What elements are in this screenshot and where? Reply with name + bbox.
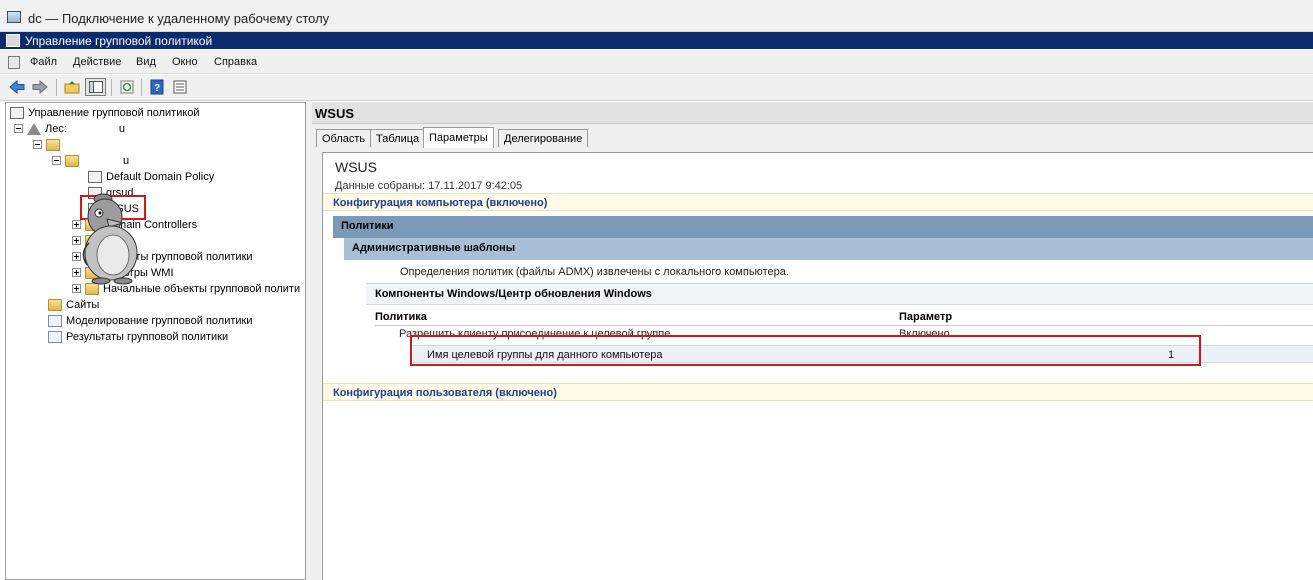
remote-desktop-icon bbox=[7, 11, 21, 23]
col-param: Параметр bbox=[899, 311, 953, 323]
tree-item-sites[interactable]: Сайты bbox=[48, 297, 99, 312]
domains-folder-icon bbox=[46, 138, 60, 151]
domain-icon bbox=[65, 154, 79, 167]
penguin-mascot-icon bbox=[82, 193, 138, 285]
tree-item-label: Результаты групповой политики bbox=[66, 330, 229, 343]
col-policy: Политика bbox=[375, 311, 427, 323]
tree-item-label: Default Domain Policy bbox=[106, 170, 215, 183]
refresh-icon[interactable] bbox=[118, 78, 136, 96]
collapse-icon[interactable] bbox=[14, 124, 23, 133]
tab-scope[interactable]: Область bbox=[316, 129, 372, 147]
properties-icon[interactable] bbox=[171, 78, 189, 96]
console-tree: Управление групповой политикой Лес: u u … bbox=[5, 102, 306, 580]
target-group-highlight-box bbox=[410, 335, 1201, 366]
help-icon[interactable]: ? bbox=[148, 78, 166, 96]
admin-templates-band[interactable]: Административные шаблоны bbox=[344, 238, 1313, 260]
sites-folder-icon bbox=[48, 298, 62, 311]
tab-table[interactable]: Таблица bbox=[370, 129, 426, 147]
tree-forest-suffix: u bbox=[118, 122, 126, 135]
policies-label: Политики bbox=[341, 220, 394, 232]
results-icon bbox=[48, 330, 62, 343]
back-arrow-icon[interactable] bbox=[8, 78, 26, 96]
tree-item-modeling[interactable]: Моделирование групповой политики bbox=[48, 313, 252, 328]
show-hide-tree-icon[interactable] bbox=[85, 78, 106, 96]
collapse-icon[interactable] bbox=[52, 156, 61, 165]
tree-item-label: Сайты bbox=[66, 298, 100, 311]
toolbar-separator bbox=[141, 79, 142, 96]
tree-item-label: Моделирование групповой политики bbox=[66, 314, 253, 327]
report-title: WSUS bbox=[335, 159, 377, 175]
details-title: WSUS bbox=[315, 106, 354, 121]
menu-window[interactable]: Окно bbox=[172, 56, 198, 68]
details-pane: WSUS Область Таблица Параметры Делегиров… bbox=[312, 102, 1313, 580]
gpmc-app-icon bbox=[6, 34, 20, 47]
tab-settings[interactable]: Параметры bbox=[423, 127, 494, 148]
svg-text:?: ? bbox=[154, 83, 160, 94]
menu-help[interactable]: Справка bbox=[214, 56, 257, 68]
tree-root-label: Управление групповой политикой bbox=[28, 106, 200, 119]
forest-icon bbox=[27, 122, 41, 135]
report-date: Данные собраны: 17.11.2017 9:42:05 bbox=[335, 180, 523, 192]
rdp-window-title: dc — Подключение к удаленному рабочему с… bbox=[28, 11, 330, 26]
toolbar-separator bbox=[111, 79, 112, 96]
menu-file[interactable]: Файл bbox=[30, 56, 57, 68]
mmc-title-bar: Управление групповой политикой bbox=[0, 32, 1313, 49]
toolbar-separator bbox=[56, 79, 57, 96]
tree-forest-label: Лес: bbox=[45, 122, 67, 135]
tab-delegation[interactable]: Делегирование bbox=[498, 129, 589, 147]
menu-view[interactable]: Вид bbox=[136, 56, 156, 68]
tree-domain[interactable]: u bbox=[52, 153, 129, 168]
forward-arrow-icon[interactable] bbox=[31, 78, 49, 96]
tree-domains[interactable] bbox=[33, 137, 64, 152]
tree-forest[interactable]: Лес: u bbox=[14, 121, 125, 136]
tree-root[interactable]: Управление групповой политикой bbox=[10, 105, 200, 120]
components-band[interactable]: Компоненты Windows/Центр обновления Wind… bbox=[366, 283, 1313, 305]
expand-icon[interactable] bbox=[72, 284, 81, 293]
console-doc-icon[interactable] bbox=[8, 56, 20, 69]
gpmc-root-icon bbox=[10, 106, 24, 119]
tree-domain-suffix: u bbox=[123, 154, 130, 167]
details-header: WSUS bbox=[312, 102, 1313, 124]
settings-report: WSUS Данные собраны: 17.11.2017 9:42:05 … bbox=[322, 152, 1313, 580]
toolbar: ? bbox=[0, 75, 1313, 101]
computer-config-label[interactable]: Конфигурация компьютера (включено) bbox=[333, 197, 547, 209]
app-title: Управление групповой политикой bbox=[25, 34, 213, 48]
policy-table-header: Политика Параметр bbox=[375, 308, 1313, 326]
tree-item-results[interactable]: Результаты групповой политики bbox=[48, 329, 228, 344]
rdp-title-bar: dc — Подключение к удаленному рабочему с… bbox=[0, 0, 1313, 32]
user-config-section[interactable]: Конфигурация пользователя (включено) bbox=[323, 383, 1313, 401]
collapse-icon[interactable] bbox=[33, 140, 42, 149]
menu-action[interactable]: Действие bbox=[73, 56, 121, 68]
computer-config-section[interactable]: Конфигурация компьютера (включено) bbox=[323, 193, 1313, 211]
admin-templates-label: Административные шаблоны bbox=[352, 242, 516, 254]
up-folder-icon[interactable] bbox=[63, 78, 81, 96]
tree-item-default-domain-policy[interactable]: Default Domain Policy bbox=[88, 169, 214, 184]
menu-bar: Файл Действие Вид Окно Справка bbox=[0, 50, 1313, 74]
policies-band[interactable]: Политики bbox=[333, 216, 1313, 238]
components-label: Компоненты Windows/Центр обновления Wind… bbox=[375, 288, 652, 300]
gpo-link-icon bbox=[88, 170, 102, 183]
admx-note: Определения политик (файлы ADMX) извлече… bbox=[400, 266, 789, 278]
modeling-icon bbox=[48, 314, 62, 327]
user-config-label[interactable]: Конфигурация пользователя (включено) bbox=[333, 387, 557, 399]
